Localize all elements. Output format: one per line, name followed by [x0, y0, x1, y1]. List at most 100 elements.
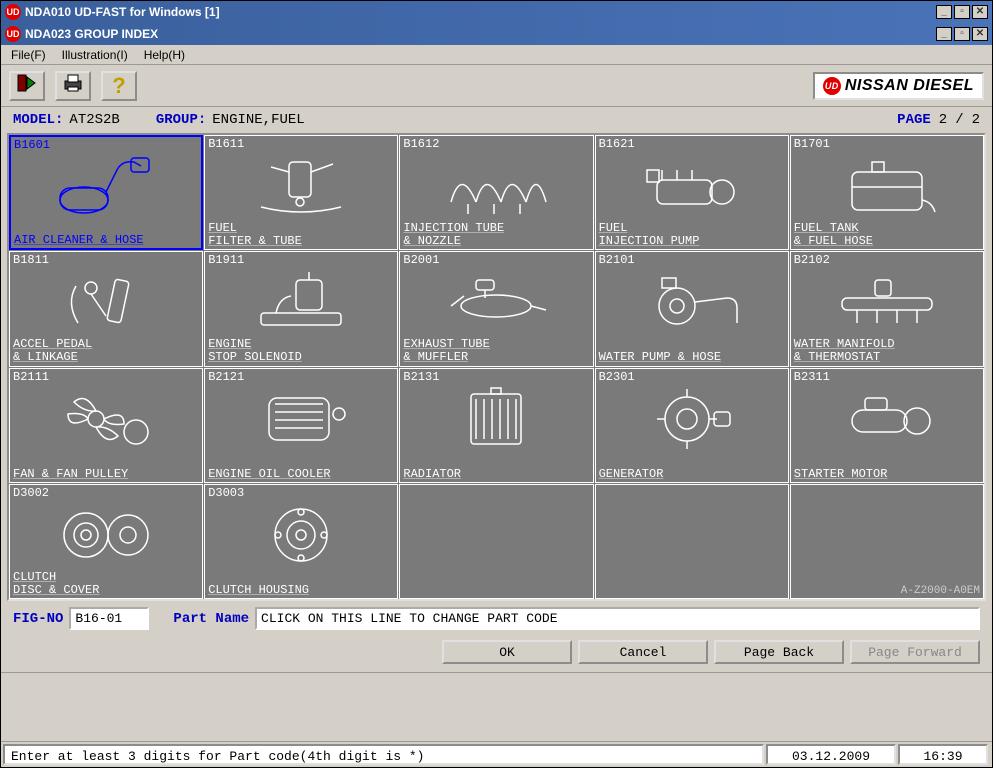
injection-pump-icon	[596, 150, 788, 223]
outer-title: NDA010 UD-FAST for Windows [1]	[25, 5, 932, 19]
maximize-button[interactable]: ▫	[954, 27, 970, 41]
close-button[interactable]: ✕	[972, 5, 988, 19]
part-label: GENERATOR	[599, 468, 786, 481]
inner-title: NDA023 GROUP INDEX	[25, 27, 932, 41]
injection-tube-icon	[400, 150, 592, 223]
part-cell-B1911[interactable]: B1911 ENGINE STOP SOLENOID	[204, 251, 398, 366]
button-row: OK Cancel Page Back Page Forward	[1, 636, 992, 673]
watermark: A-Z2000-A0EM	[901, 585, 980, 597]
part-cell-B1621[interactable]: B1621 FUEL INJECTION PUMP	[595, 135, 789, 250]
part-label: EXHAUST TUBE & MUFFLER	[403, 338, 590, 364]
toolbar: ? UD NISSAN DIESEL	[1, 65, 992, 107]
clutch-disc-icon	[10, 499, 202, 572]
label-page: PAGE	[897, 112, 931, 128]
value-model: AT2S2B	[69, 112, 119, 128]
part-cell-B2001[interactable]: B2001 EXHAUST TUBE & MUFFLER	[399, 251, 593, 366]
fig-row: FIG-NO Part Name	[1, 601, 992, 636]
generator-icon	[596, 383, 788, 456]
part-cell-B2131[interactable]: B2131 RADIATOR	[399, 368, 593, 483]
status-time: 16:39	[898, 744, 988, 765]
part-code: B2311	[794, 370, 830, 384]
part-code: B1601	[14, 138, 50, 152]
page-sep: /	[955, 112, 963, 128]
app-icon: UD	[5, 26, 21, 42]
part-cell-empty-19	[790, 484, 984, 599]
menu-illustration[interactable]: Illustration(I)	[56, 46, 134, 64]
minimize-button[interactable]: _	[936, 27, 952, 41]
part-code: B2111	[13, 370, 49, 384]
partname-input[interactable]	[255, 607, 980, 630]
radiator-icon	[400, 383, 592, 456]
part-cell-B1611[interactable]: B1611 FUEL FILTER & TUBE	[204, 135, 398, 250]
part-cell-D3003[interactable]: D3003 CLUTCH HOUSING	[204, 484, 398, 599]
page-total: 2	[972, 112, 980, 128]
part-cell-B2311[interactable]: B2311 STARTER MOTOR	[790, 368, 984, 483]
part-cell-B2101[interactable]: B2101WATER PUMP & HOSE	[595, 251, 789, 366]
menu-bar: File(F) Illustration(I) Help(H)	[1, 45, 992, 65]
part-code: B2301	[599, 370, 635, 384]
status-message: Enter at least 3 digits for Part code(4t…	[3, 744, 764, 765]
part-code: B2101	[599, 253, 635, 267]
part-label: FAN & FAN PULLEY	[13, 468, 200, 481]
part-cell-B1701[interactable]: B1701FUEL TANK & FUEL HOSE	[790, 135, 984, 250]
cancel-button[interactable]: Cancel	[578, 640, 708, 664]
label-figno: FIG-NO	[13, 611, 63, 627]
ok-button[interactable]: OK	[442, 640, 572, 664]
part-cell-B2121[interactable]: B2121ENGINE OIL COOLER	[204, 368, 398, 483]
menu-help[interactable]: Help(H)	[138, 46, 191, 64]
part-cell-B2102[interactable]: B2102WATER MANIFOLD & THERMOSTAT	[790, 251, 984, 366]
menu-file[interactable]: File(F)	[5, 46, 52, 64]
water-pump-icon	[596, 266, 788, 339]
part-cell-B2111[interactable]: B2111 FAN & FAN PULLEY	[9, 368, 203, 483]
air-cleaner-icon	[11, 151, 201, 222]
inner-titlebar[interactable]: UD NDA023 GROUP INDEX _ ▫ ✕	[1, 23, 992, 45]
part-cell-B1601[interactable]: B1601 AIR CLEANER & HOSE	[9, 135, 203, 250]
print-button[interactable]	[55, 71, 91, 101]
part-label: RADIATOR	[403, 468, 590, 481]
part-label: ENGINE STOP SOLENOID	[208, 338, 395, 364]
solenoid-icon	[205, 266, 397, 339]
part-cell-B1612[interactable]: B1612INJECTION TUBE & NOZZLE	[399, 135, 593, 250]
starter-icon	[791, 383, 983, 456]
maximize-button[interactable]: ▫	[954, 5, 970, 19]
part-code: D3003	[208, 486, 244, 500]
part-code: B1611	[208, 137, 244, 151]
help-button[interactable]: ?	[101, 71, 137, 101]
minimize-button[interactable]: _	[936, 5, 952, 19]
fan-icon	[10, 383, 202, 456]
part-code: B1811	[13, 253, 49, 267]
part-code: B1612	[403, 137, 439, 151]
outer-titlebar[interactable]: UD NDA010 UD-FAST for Windows [1] _ ▫ ✕	[1, 1, 992, 23]
question-icon: ?	[112, 73, 125, 99]
exhaust-icon	[400, 266, 592, 339]
part-label: FUEL FILTER & TUBE	[208, 222, 395, 248]
label-partname: Part Name	[173, 611, 249, 627]
part-cell-B1811[interactable]: B1811 ACCEL PEDAL & LINKAGE	[9, 251, 203, 366]
part-cell-B2301[interactable]: B2301 GENERATOR	[595, 368, 789, 483]
brand-text: NISSAN DIESEL	[845, 77, 974, 95]
part-cell-D3002[interactable]: D3002CLUTCH DISC & COVER	[9, 484, 203, 599]
label-group: GROUP:	[156, 112, 206, 128]
part-label: ACCEL PEDAL & LINKAGE	[13, 338, 200, 364]
part-code: B2121	[208, 370, 244, 384]
part-code: B2001	[403, 253, 439, 267]
part-cell-empty-17	[399, 484, 593, 599]
part-label: WATER MANIFOLD & THERMOSTAT	[794, 338, 981, 364]
exit-button[interactable]	[9, 71, 45, 101]
part-label: CLUTCH HOUSING	[208, 584, 395, 597]
part-label: AIR CLEANER & HOSE	[14, 234, 199, 247]
fuel-filter-icon	[205, 150, 397, 223]
part-code: B2131	[403, 370, 439, 384]
part-label: STARTER MOTOR	[794, 468, 981, 481]
fuel-tank-icon	[791, 150, 983, 223]
value-group: ENGINE,FUEL	[212, 112, 304, 128]
figno-input[interactable]	[69, 607, 149, 630]
status-bar: Enter at least 3 digits for Part code(4t…	[1, 741, 992, 767]
part-cell-empty-18	[595, 484, 789, 599]
part-code: B1621	[599, 137, 635, 151]
part-label: FUEL INJECTION PUMP	[599, 222, 786, 248]
part-code: B1911	[208, 253, 244, 267]
page-back-button[interactable]: Page Back	[714, 640, 844, 664]
close-button[interactable]: ✕	[972, 27, 988, 41]
app-icon: UD	[5, 4, 21, 20]
